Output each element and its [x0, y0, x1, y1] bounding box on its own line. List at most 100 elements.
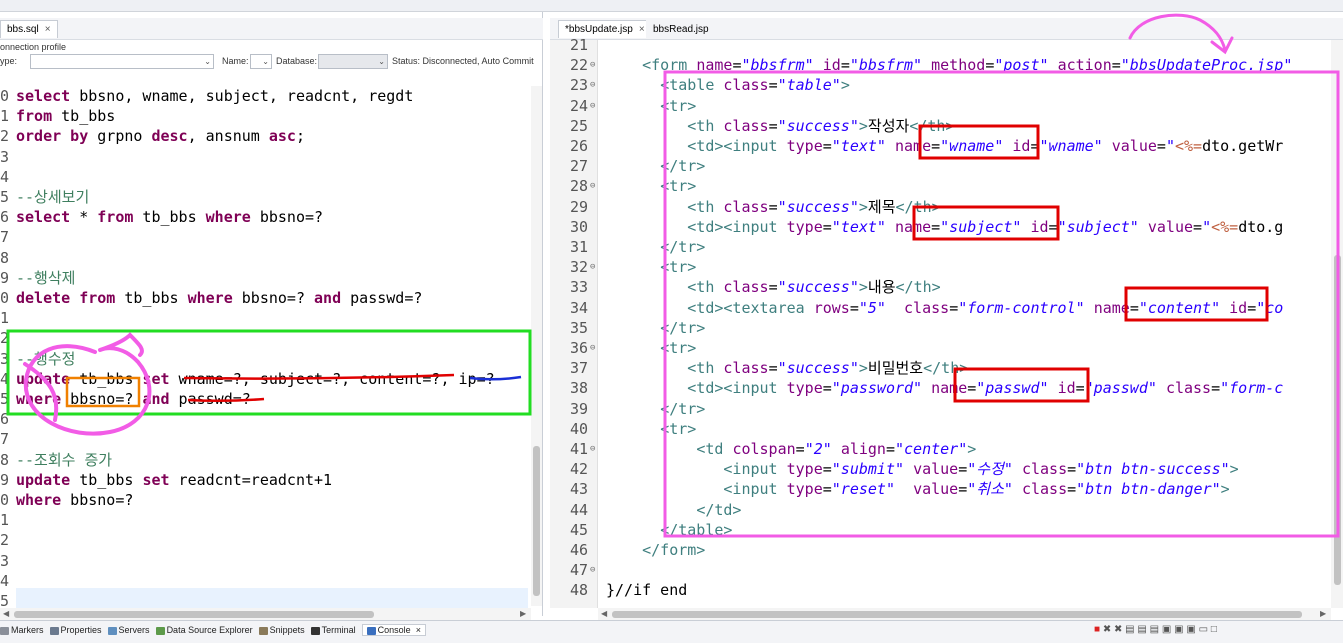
tab-snippets[interactable]: Snippets: [258, 625, 305, 635]
tab-terminal[interactable]: Terminal: [310, 625, 356, 635]
scroll-lock-icon[interactable]: ▤: [1137, 624, 1146, 635]
fold-icon[interactable]: ⊖: [590, 75, 595, 95]
line-number: 9: [0, 470, 10, 489]
maximize-icon[interactable]: □: [1211, 624, 1217, 635]
fold-icon[interactable]: ⊖: [590, 560, 595, 580]
fold-icon[interactable]: ⊖: [590, 439, 595, 459]
jsp-code: <tr>: [660, 339, 697, 357]
sql-code: --상세보기: [16, 188, 90, 206]
tab-servers[interactable]: Servers: [107, 625, 150, 635]
close-icon[interactable]: ×: [416, 625, 421, 635]
snippets-icon: [258, 626, 268, 635]
close-icon[interactable]: ×: [639, 24, 645, 35]
fold-icon[interactable]: ⊖: [590, 55, 595, 75]
horizontal-scrollbar[interactable]: ◀ ▶: [598, 608, 1331, 620]
scroll-thumb[interactable]: [533, 446, 540, 596]
line-number: 21: [569, 36, 588, 54]
jsp-code: <td><input type="text" name="subject" id…: [687, 217, 1284, 236]
status-text: Status: Disconnected, Auto Commit: [392, 56, 534, 66]
line-number: 44: [569, 500, 588, 519]
line-number: 35: [569, 318, 588, 337]
line-number: 1: [0, 107, 10, 126]
line-number: 7: [0, 228, 10, 247]
scroll-right-icon[interactable]: ▶: [1320, 609, 1326, 618]
tab-markers[interactable]: Markers: [0, 625, 44, 635]
word-wrap-icon[interactable]: ▤: [1150, 624, 1159, 635]
line-number: 23: [569, 76, 588, 95]
console-toolbar: ■ ✖ ✖ ▤ ▤ ▤ ▣ ▣ ▣ ▭ □: [1094, 624, 1217, 635]
remove-launch-icon[interactable]: ✖: [1103, 624, 1111, 635]
line-number: 24: [569, 96, 588, 115]
jsp-code: </table>: [660, 520, 733, 539]
left-tab-bar: bbs.sql ×: [0, 18, 543, 40]
clear-console-icon[interactable]: ▤: [1125, 624, 1134, 635]
fold-icon[interactable]: ⊖: [590, 96, 595, 116]
tab-properties[interactable]: Properties: [49, 625, 102, 635]
scroll-thumb[interactable]: [14, 611, 374, 618]
bottom-tab-list: Markers Properties Servers Data Source Expl…: [0, 624, 432, 638]
line-number: 30: [569, 217, 588, 236]
jsp-code: <th class="success">비밀번호</th>: [687, 359, 969, 378]
jsp-code: <form name="bbsfrm" id="bbsfrm" method="…: [642, 56, 1293, 75]
jsp-code: <tr>: [660, 419, 697, 438]
line-number: 9: [0, 268, 10, 287]
chevron-down-icon: ⌄: [262, 57, 269, 66]
fold-icon[interactable]: ⊖: [590, 338, 595, 358]
scroll-thumb[interactable]: [612, 611, 1302, 618]
main-toolbar: [0, 0, 1343, 12]
sql-code: from tb_bbs: [16, 107, 116, 126]
type-label: ype:: [0, 56, 18, 66]
connection-profile-row: ype: ⌄ Name: ⌄ Database: ⌄ Status: Disco…: [0, 54, 543, 70]
jsp-code-area[interactable]: 21 22 ⊖ <form name="bbsfrm" id="bbsfrm" me…: [550, 35, 1343, 610]
type-select[interactable]: ⌄: [30, 54, 214, 69]
remove-all-icon[interactable]: ✖: [1114, 624, 1122, 635]
tab-bbs-sql[interactable]: bbs.sql ×: [0, 20, 58, 38]
scroll-right-icon[interactable]: ▶: [520, 609, 526, 618]
jsp-code: </tr>: [660, 157, 706, 176]
tab-label: Snippets: [269, 625, 305, 635]
fold-icon[interactable]: ⊖: [590, 257, 595, 277]
sql-code: --행수정: [16, 349, 76, 368]
display-console-icon[interactable]: ▣: [1174, 624, 1183, 635]
line-number: 1: [0, 511, 10, 530]
minimize-icon[interactable]: ▭: [1199, 624, 1208, 635]
jsp-code: <td><textarea rows="5" class="form-contr…: [687, 298, 1284, 317]
scroll-left-icon[interactable]: ◀: [3, 609, 9, 618]
tab-data-source-explorer[interactable]: Data Source Explorer: [155, 625, 253, 635]
horizontal-scrollbar[interactable]: ◀ ▶: [0, 608, 531, 620]
line-number: 5: [0, 188, 10, 206]
line-number: 3: [0, 551, 10, 570]
stop-icon[interactable]: ■: [1094, 624, 1100, 635]
chevron-down-icon: ⌄: [204, 57, 211, 66]
properties-icon: [49, 626, 59, 635]
fold-icon[interactable]: ⊖: [590, 176, 595, 196]
database-select[interactable]: ⌄: [318, 54, 388, 69]
jsp-code: <td><input type="text" name="wname" id="…: [687, 137, 1284, 155]
jsp-code: </form>: [642, 541, 706, 559]
sql-code: update tb_bbs set readcnt=readcnt+1: [16, 470, 333, 489]
pin-console-icon[interactable]: ▣: [1162, 624, 1171, 635]
jsp-code: <th class="success">작성자</th>: [687, 116, 955, 135]
line-number: 33: [569, 278, 588, 297]
scroll-left-icon[interactable]: ◀: [601, 609, 607, 618]
jsp-code: <input type="submit" value="수정" class="b…: [723, 460, 1239, 479]
vertical-scrollbar[interactable]: [1331, 40, 1343, 608]
jsp-code: <tr>: [660, 177, 697, 196]
vertical-scrollbar[interactable]: [531, 86, 542, 606]
close-icon[interactable]: ×: [45, 24, 51, 35]
sql-code: where bbsno=? and passwd=?: [16, 390, 251, 408]
line-number: 0: [0, 87, 10, 105]
name-select[interactable]: ⌄: [250, 54, 272, 69]
line-number: 22: [569, 56, 588, 75]
scroll-thumb[interactable]: [1334, 255, 1341, 585]
line-number: 47: [569, 561, 588, 580]
line-number: 48: [569, 581, 588, 600]
line-number: 42: [569, 460, 588, 479]
line-number: 41: [569, 440, 588, 458]
open-console-icon[interactable]: ▣: [1186, 624, 1195, 635]
line-number: 34: [569, 298, 588, 317]
line-number: 7: [0, 430, 10, 449]
tab-label: Data Source Explorer: [166, 625, 253, 635]
tab-console[interactable]: Console ×: [361, 624, 426, 636]
sql-code-area[interactable]: 0 select bbsno, wname, subject, readcnt, …: [0, 86, 530, 610]
